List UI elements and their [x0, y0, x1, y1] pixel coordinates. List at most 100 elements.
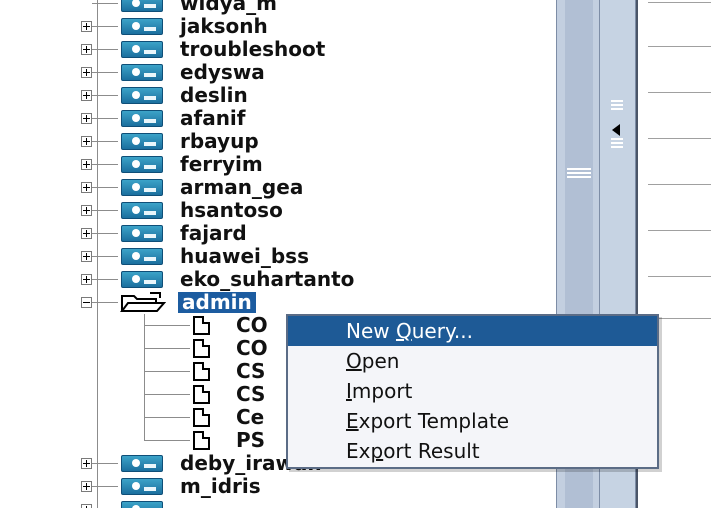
expand-plus-icon[interactable]	[81, 274, 92, 285]
collapse-minus-icon[interactable]	[81, 297, 92, 308]
expand-plus-icon[interactable]	[81, 182, 92, 193]
scrollbar-grip	[567, 176, 591, 178]
expand-plus-icon[interactable]	[81, 228, 92, 239]
splitter-grip	[611, 100, 623, 102]
expand-plus-icon[interactable]	[81, 21, 92, 32]
tree-connector-branch	[144, 325, 190, 326]
menu-item-new-query[interactable]: New Query...	[288, 316, 657, 346]
tree-connector-branch	[92, 72, 118, 73]
tree-node-label: CS	[236, 359, 266, 383]
tree-connector-branch	[92, 256, 118, 257]
tree-connector-branch	[144, 348, 190, 349]
document-icon	[193, 385, 210, 404]
expand-plus-icon[interactable]	[81, 251, 92, 262]
tree-node-user[interactable]: huawei_bss	[0, 245, 556, 268]
tree-node-user[interactable]: deslin	[0, 84, 556, 107]
detail-pane-rule	[648, 276, 711, 277]
tree-connector-branch	[92, 164, 118, 165]
tree-node-label: CO	[236, 313, 268, 337]
menu-item-label: xport Template	[358, 409, 510, 433]
menu-item-export-template[interactable]: Export Template	[288, 406, 657, 436]
tree-node-user[interactable]: afanif	[0, 107, 556, 130]
user-schema-icon	[121, 110, 163, 127]
tree-node-user[interactable]: arman_gea	[0, 176, 556, 199]
tree-node-user[interactable]	[0, 498, 556, 508]
tree-node-label: rbayup	[180, 129, 259, 153]
splitter-grip	[611, 142, 623, 144]
tree-node-user[interactable]: fajard	[0, 222, 556, 245]
tree-node-label: deslin	[180, 83, 248, 107]
tree-connector-branch	[92, 302, 118, 303]
expand-plus-icon[interactable]	[81, 159, 92, 170]
tree-node-user[interactable]: widya_m	[0, 0, 556, 15]
tree-node-admin[interactable]: admin	[0, 291, 556, 314]
tree-node-label: huawei_bss	[180, 244, 309, 268]
menu-item-export-result[interactable]: Export Result	[288, 436, 657, 466]
expand-plus-icon[interactable]	[81, 90, 92, 101]
expand-plus-icon[interactable]	[81, 44, 92, 55]
tree-connector-branch	[92, 279, 118, 280]
menu-item-mnemonic: E	[346, 409, 359, 433]
detail-pane-rule	[648, 184, 711, 185]
detail-pane-rule	[648, 92, 711, 93]
tree-node-label: PS	[236, 428, 266, 452]
detail-pane-rule	[648, 138, 711, 139]
user-schema-icon	[121, 156, 163, 173]
tree-connector-branch	[92, 95, 118, 96]
tree-connector-branch	[144, 394, 190, 395]
tree-node-label: m_idris	[180, 474, 261, 498]
tree-child-connector-line	[144, 314, 145, 441]
tree-node-label: admin	[178, 292, 256, 313]
tree-connector-branch	[92, 486, 118, 487]
tree-node-label: arman_gea	[180, 175, 304, 199]
menu-item-label: mport	[351, 379, 413, 403]
detail-pane-rule	[648, 46, 711, 47]
tree-connector-branch	[92, 187, 118, 188]
expand-plus-icon[interactable]	[81, 113, 92, 124]
expand-plus-icon[interactable]	[81, 205, 92, 216]
tree-connector-branch	[144, 440, 190, 441]
splitter-grip	[611, 146, 623, 148]
user-schema-icon	[121, 133, 163, 150]
expand-plus-icon[interactable]	[81, 67, 92, 78]
tree-node-user[interactable]: jaksonh	[0, 15, 556, 38]
tree-connector-branch	[92, 3, 118, 4]
splitter-grip	[611, 138, 623, 140]
menu-item-import[interactable]: Import	[288, 376, 657, 406]
menu-item-open[interactable]: Open	[288, 346, 657, 376]
user-schema-icon	[121, 64, 163, 81]
expand-plus-icon[interactable]	[81, 458, 92, 469]
tree-node-user[interactable]: troubleshoot	[0, 38, 556, 61]
expand-plus-icon[interactable]	[81, 481, 92, 492]
expand-plus-icon[interactable]	[81, 136, 92, 147]
tree-node-user[interactable]: edyswa	[0, 61, 556, 84]
document-icon	[193, 431, 210, 450]
user-schema-icon	[121, 478, 163, 495]
tree-node-label: afanif	[180, 106, 246, 130]
tree-connector-branch	[144, 371, 190, 372]
tree-connector-branch	[92, 463, 118, 464]
tree-node-user[interactable]: m_idris	[0, 475, 556, 498]
tree-node-label: fajard	[180, 221, 247, 245]
menu-item-label: pen	[361, 349, 400, 373]
splitter-grip	[611, 108, 623, 110]
tree-node-user[interactable]: hsantoso	[0, 199, 556, 222]
user-schema-icon	[121, 202, 163, 219]
tree-connector-branch	[92, 49, 118, 50]
tree-node-user[interactable]: ferryim	[0, 153, 556, 176]
collapse-left-arrow-icon[interactable]	[612, 124, 620, 136]
tree-node-user[interactable]: eko_suhartanto	[0, 268, 556, 291]
expand-plus-icon[interactable]	[81, 504, 92, 508]
menu-item-mnemonic: O	[346, 349, 362, 373]
tree-connector-branch	[144, 417, 190, 418]
tree-node-user[interactable]: rbayup	[0, 130, 556, 153]
user-schema-icon	[121, 18, 163, 35]
splitter-grip	[611, 104, 623, 106]
document-icon	[193, 316, 210, 335]
menu-item-label: uery...	[411, 319, 473, 343]
folder-open-icon	[120, 292, 166, 312]
menu-item-mnemonic: p	[370, 439, 384, 463]
detail-pane-rule	[648, 2, 711, 3]
menu-item-label: ort Result	[383, 439, 480, 463]
user-schema-icon	[121, 271, 163, 288]
